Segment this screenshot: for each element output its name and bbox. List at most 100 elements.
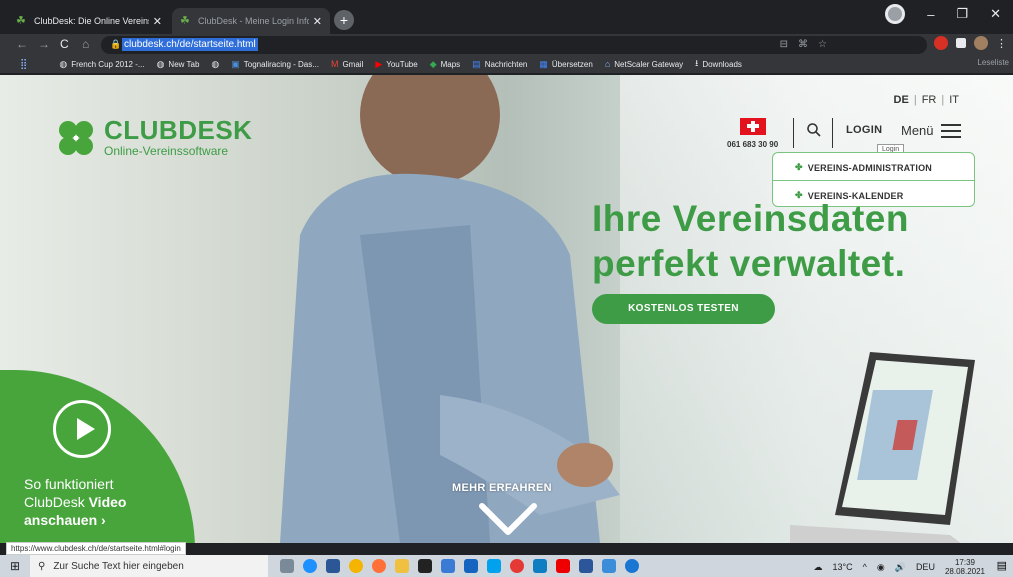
lang-it[interactable]: IT xyxy=(949,94,959,106)
notifications-icon[interactable]: ▤ xyxy=(997,559,1007,572)
close-window-icon[interactable]: ✕ xyxy=(990,6,1001,22)
reload-icon[interactable]: C xyxy=(60,37,69,51)
omnibox-icons: ⊟ ⌘ ☆ xyxy=(780,39,827,50)
apps-grid-icon[interactable]: ⣿ xyxy=(20,59,27,70)
network-icon[interactable]: ◉ xyxy=(877,562,885,573)
bookmark-star-icon[interactable]: ☆ xyxy=(818,39,827,50)
language-switcher: DE | FR | IT xyxy=(894,94,959,106)
browser-tab-bar: ☘ ClubDesk: Die Online Vereinssoft ✕ ☘ C… xyxy=(0,0,1013,34)
menu-button[interactable]: Menü xyxy=(901,123,934,138)
store-icon[interactable] xyxy=(326,559,340,573)
amazon-icon[interactable] xyxy=(418,559,432,573)
maximize-icon[interactable]: ❐ xyxy=(956,6,968,22)
photos-icon[interactable] xyxy=(602,559,616,573)
clock[interactable]: 17:39 28.08.2021 xyxy=(945,558,985,576)
chrome-icon[interactable] xyxy=(349,559,363,573)
edge-icon[interactable] xyxy=(303,559,317,573)
extensions: ⋮ xyxy=(934,36,1007,50)
maps-icon: ◆ xyxy=(429,58,437,69)
browser-tab-active[interactable]: ☘ ClubDesk - Meine Login Informa ✕ xyxy=(172,8,330,34)
windows-taskbar: ⊞ ⚲ Zur Suche Text hier eingeben ☁ 13°C … xyxy=(0,555,1013,577)
profile-icon[interactable] xyxy=(885,4,906,24)
globe-icon: ◍ xyxy=(211,58,220,69)
browser-menu-icon[interactable]: ⋮ xyxy=(996,37,1007,50)
acrobat-icon[interactable] xyxy=(556,559,570,573)
bookmark-item[interactable]: ▦ Übersetzen xyxy=(539,59,592,70)
new-tab-button[interactable]: + xyxy=(334,10,354,30)
weather-temperature[interactable]: 13°C xyxy=(833,562,853,572)
back-icon[interactable]: ← xyxy=(16,37,28,51)
extensions-puzzle-icon[interactable] xyxy=(956,38,966,48)
app-icon[interactable] xyxy=(487,559,501,573)
adblock-icon[interactable] xyxy=(934,36,948,50)
bookmark-item[interactable]: M Gmail xyxy=(331,59,363,69)
tab-title: ClubDesk - Meine Login Informa xyxy=(198,16,309,26)
forward-icon[interactable]: → xyxy=(38,37,50,51)
url-text[interactable]: clubdesk.ch/de/startseite.html xyxy=(122,38,258,51)
opera-icon[interactable] xyxy=(510,559,524,573)
reading-list-button[interactable]: Leseliste xyxy=(977,58,1009,67)
taskbar-search-placeholder: Zur Suche Text hier eingeben xyxy=(53,560,184,572)
app-icon[interactable] xyxy=(533,559,547,573)
brand-tagline: Online-Vereinssoftware xyxy=(104,144,229,158)
globe-icon: ◍ xyxy=(156,58,165,69)
video-link[interactable]: So funktioniert ClubDesk Video anschauen… xyxy=(24,475,126,529)
bookmark-item[interactable]: ▤ Nachrichten xyxy=(472,59,527,70)
hero-headline: Ihre Vereinsdaten perfekt verwaltet. xyxy=(592,198,909,284)
bookmark-item[interactable]: ⌂ NetScaler Gateway xyxy=(605,59,683,69)
lang-fr[interactable]: FR xyxy=(922,94,937,106)
help-icon[interactable] xyxy=(625,559,639,573)
app-icon[interactable] xyxy=(441,559,455,573)
clubdesk-logo[interactable]: CLUBDESK Online-Vereinssoftware xyxy=(56,115,253,158)
hamburger-menu-icon[interactable] xyxy=(941,124,961,138)
avatar[interactable] xyxy=(974,36,988,50)
globe-icon: ◍ xyxy=(59,58,68,69)
language-indicator[interactable]: DEU xyxy=(916,562,935,572)
brand-name: CLUBDESK xyxy=(104,115,253,145)
dropdown-item-vereins-administration[interactable]: ✤ VEREINS-ADMINISTRATION xyxy=(795,162,932,173)
app-icon[interactable] xyxy=(464,559,478,573)
bookmark-item[interactable]: ⭳ Downloads xyxy=(695,56,742,72)
status-bar-url: https://www.clubdesk.ch/de/startseite.ht… xyxy=(6,542,186,555)
tognali-icon: ▣ xyxy=(231,58,240,69)
task-view-icon[interactable] xyxy=(280,559,294,573)
firefox-icon[interactable] xyxy=(372,559,386,573)
chevron-down-icon[interactable] xyxy=(478,500,538,540)
phone-number[interactable]: 061 683 30 90 xyxy=(727,140,778,149)
youtube-icon: ▶ xyxy=(375,58,383,69)
translate-icon[interactable]: ⌘ xyxy=(798,39,808,50)
learn-more-label[interactable]: MEHR ERFAHREN xyxy=(452,482,552,494)
bookmark-item[interactable]: ◍ French Cup 2012 -... xyxy=(59,59,144,70)
explorer-icon[interactable] xyxy=(395,559,409,573)
browser-toolbar: ← → C ⌂ 🔒 clubdesk.ch/de/startseite.html… xyxy=(0,34,1013,55)
bookmark-item[interactable]: ▣ Tognaliracing - Das... xyxy=(231,59,319,70)
bookmark-item[interactable]: ▶ YouTube xyxy=(375,59,417,70)
search-icon[interactable] xyxy=(806,122,822,138)
free-trial-button[interactable]: KOSTENLOS TESTEN xyxy=(592,294,775,324)
minimize-icon[interactable]: – xyxy=(927,7,934,22)
word-icon[interactable] xyxy=(579,559,593,573)
home-icon[interactable]: ⌂ xyxy=(82,37,89,51)
bookmark-item[interactable]: ◍ xyxy=(211,59,219,70)
clubdesk-favicon-icon: ☘ xyxy=(180,15,190,27)
play-icon[interactable] xyxy=(53,400,111,458)
address-bar[interactable]: 🔒 clubdesk.ch/de/startseite.html ⊟ ⌘ ☆ xyxy=(101,36,927,54)
windows-start-icon[interactable]: ⊞ xyxy=(0,559,30,573)
close-tab-icon[interactable]: ✕ xyxy=(313,15,322,28)
system-tray: ☁ 13°C ^ ◉ 🔊 DEU 17:39 28.08.2021 xyxy=(814,558,985,576)
volume-icon[interactable]: 🔊 xyxy=(895,562,906,573)
bookmark-item[interactable]: ◆ Maps xyxy=(430,59,460,70)
hero-person-image xyxy=(280,75,620,543)
bookmark-item[interactable]: ◍ New Tab xyxy=(157,59,200,70)
browser-tab[interactable]: ☘ ClubDesk: Die Online Vereinssoft ✕ xyxy=(8,8,170,34)
tray-chevron-icon[interactable]: ^ xyxy=(863,562,867,572)
news-icon: ▤ xyxy=(472,58,481,69)
login-link[interactable]: LOGIN xyxy=(846,124,882,136)
lang-de[interactable]: DE xyxy=(894,94,909,106)
close-tab-icon[interactable]: ✕ xyxy=(153,15,162,28)
install-icon[interactable]: ⊟ xyxy=(780,39,788,50)
lang-separator: | xyxy=(913,94,917,106)
weather-icon[interactable]: ☁ xyxy=(814,562,823,573)
laptop-image xyxy=(790,352,975,543)
taskbar-search[interactable]: ⚲ Zur Suche Text hier eingeben xyxy=(30,555,268,577)
